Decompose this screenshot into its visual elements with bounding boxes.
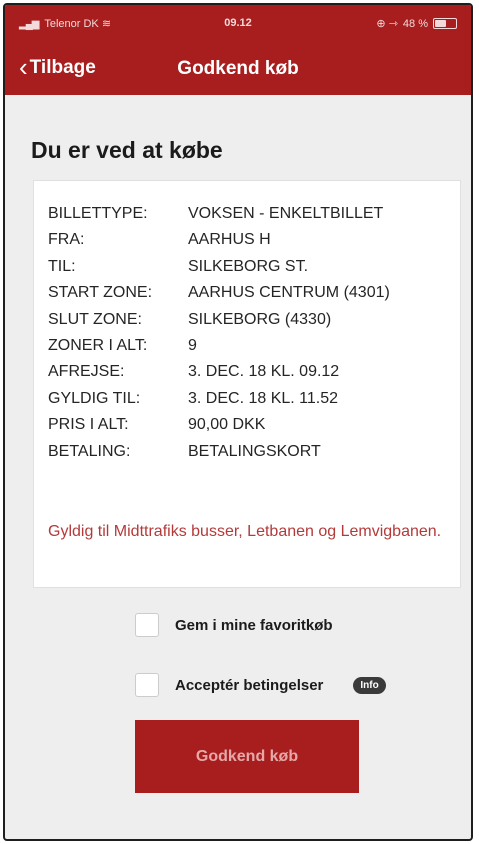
- phone-frame: ▂▄▆ Telenor DK ≋ 09.12 ⊕ ⇾ 48 % ‹ Tilbage…: [3, 3, 473, 841]
- detail-label: BETALING:: [48, 442, 131, 460]
- terms-checkbox[interactable]: [135, 673, 159, 697]
- page-title: Godkend køb: [177, 58, 299, 79]
- detail-value: AARHUS H: [188, 231, 271, 249]
- detail-label: SLUT ZONE:: [48, 310, 142, 328]
- detail-row: GYLDIG TIL: 3. DEC. 18 KL. 11.52: [48, 390, 390, 416]
- battery-icon: [433, 18, 457, 29]
- terms-row: Acceptér betingelser Info: [135, 673, 386, 697]
- detail-value: VOKSEN - ENKELTBILLET: [188, 205, 384, 222]
- detail-label: BILLETTYPE:: [48, 205, 148, 222]
- detail-row: BETALING: BETALINGSKORT: [48, 443, 390, 469]
- detail-row: FRA: AARHUS H: [48, 231, 390, 257]
- detail-label: PRIS I ALT:: [48, 416, 129, 434]
- detail-label: START ZONE:: [48, 284, 153, 302]
- detail-value: SILKEBORG ST.: [188, 257, 309, 275]
- validity-note: Gyldig til Midttrafiks busser, Letbanen …: [48, 523, 442, 540]
- ticket-details-card: BILLETTYPE: VOKSEN - ENKELTBILLET FRA: AARH…: [33, 180, 461, 588]
- status-icons: ⊕ ⇾: [376, 18, 398, 30]
- ticket-details: BILLETTYPE: VOKSEN - ENKELTBILLET FRA: AARH…: [48, 205, 390, 469]
- detail-label: GYLDIG TIL:: [48, 389, 141, 407]
- favorite-row: Gem i mine favoritkøb: [135, 613, 333, 637]
- favorite-checkbox[interactable]: [135, 613, 159, 637]
- detail-row: SLUT ZONE: SILKEBORG (4330): [48, 311, 390, 337]
- status-bar: ▂▄▆ Telenor DK ≋ 09.12 ⊕ ⇾ 48 %: [5, 5, 471, 43]
- detail-row: AFREJSE: 3. DEC. 18 KL. 09.12: [48, 363, 390, 389]
- confirm-purchase-button[interactable]: Godkend køb: [135, 720, 359, 793]
- detail-value: AARHUS CENTRUM (4301): [188, 284, 390, 302]
- detail-value: BETALINGSKORT: [188, 442, 321, 460]
- status-right: ⊕ ⇾ 48 %: [376, 17, 457, 30]
- detail-row: BILLETTYPE: VOKSEN - ENKELTBILLET: [48, 205, 390, 231]
- detail-row: TIL: SILKEBORG ST.: [48, 258, 390, 284]
- detail-value: 90,00 DKK: [188, 416, 266, 434]
- battery-fill: [435, 20, 446, 27]
- detail-row: ZONER I ALT: 9: [48, 337, 390, 363]
- detail-label: ZONER I ALT:: [48, 336, 148, 354]
- terms-label: Acceptér betingelser: [175, 676, 324, 694]
- purchase-heading: Du er ved at købe: [31, 137, 223, 163]
- detail-value: 3. DEC. 18 KL. 09.12: [188, 363, 340, 381]
- battery-percent: 48 %: [402, 17, 428, 30]
- detail-value: 3. DEC. 18 KL. 11.52: [188, 389, 339, 407]
- detail-row: START ZONE: AARHUS CENTRUM (4301): [48, 284, 390, 310]
- detail-value: 9: [188, 336, 197, 354]
- detail-row: PRIS I ALT: 90,00 DKK: [48, 416, 390, 442]
- detail-label: AFREJSE:: [48, 363, 125, 381]
- detail-value: SILKEBORG (4330): [188, 310, 332, 328]
- nav-bar: ‹ Tilbage Godkend køb: [5, 43, 471, 95]
- detail-label: TIL:: [48, 257, 76, 275]
- info-badge[interactable]: Info: [353, 676, 386, 694]
- detail-label: FRA:: [48, 231, 85, 249]
- favorite-label: Gem i mine favoritkøb: [175, 616, 333, 634]
